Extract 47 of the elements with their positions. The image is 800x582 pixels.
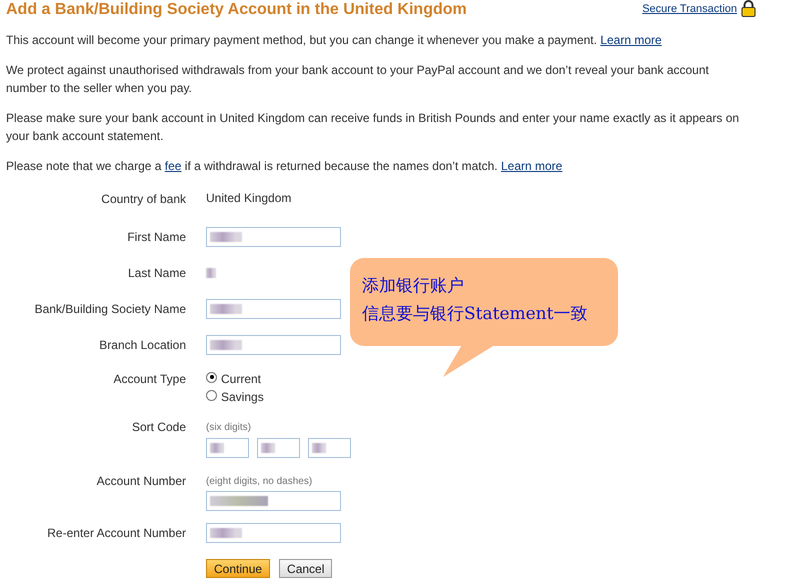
page-title: Add a Bank/Building Society Account in the United Kingdom	[6, 0, 467, 20]
continue-button[interactable]: Continue	[206, 559, 270, 578]
learn-more-link[interactable]: Learn more	[600, 33, 662, 47]
input-field[interactable]	[206, 491, 341, 511]
blurred-value	[206, 268, 216, 278]
info-paragraph: Please note that we charge a fee if a withdrawal is returned because the names don’t match. Learn more	[6, 158, 564, 175]
info-paragraph: Please make sure your bank account in United Kingdom can receive funds in British Pounds and enter your name exactly as it appears on your bank account statement.	[6, 110, 740, 145]
input-field[interactable]	[308, 438, 351, 458]
input-field[interactable]	[206, 335, 341, 355]
blurred-value	[261, 443, 275, 453]
cancel-button[interactable]: Cancel	[279, 559, 332, 578]
input-field[interactable]	[206, 523, 341, 543]
blurred-value	[210, 304, 242, 314]
field-label: Bank/Building Society Name	[34, 301, 186, 318]
field-label: Sort Code	[130, 419, 186, 435]
info-paragraph: This account will become your primary payment method, but you can change it whenever you make a payment. Learn more	[6, 32, 663, 49]
field-label: Country of bank	[100, 191, 186, 207]
hint-text: (eight digits, no dashes)	[206, 476, 314, 488]
info-paragraph: We protect against unauthorised withdrawals from your bank account to your PayPal account and we don’t reveal your bank account number to the seller when you pay.	[6, 62, 710, 97]
blurred-value	[210, 340, 242, 350]
blurred-value	[210, 443, 224, 453]
blurred-value	[210, 528, 242, 538]
field-label: Last Name	[126, 265, 186, 282]
field-label: Re-enter Account Number	[46, 525, 186, 542]
blurred-value	[210, 496, 268, 506]
radio-button[interactable]	[206, 372, 217, 382]
learn-more-link[interactable]: Learn more	[500, 159, 562, 173]
radio-button[interactable]	[206, 390, 217, 400]
radio-label[interactable]: Savings	[221, 390, 264, 404]
field-value: United Kingdom	[206, 191, 292, 205]
field-label: Branch Location	[98, 337, 186, 354]
input-field[interactable]	[206, 227, 341, 247]
callout-text: 信息要与银行Statement一致	[362, 304, 588, 324]
blurred-value	[210, 232, 242, 242]
field-label: Account Number	[96, 473, 186, 489]
input-field[interactable]	[257, 438, 300, 458]
fee-link[interactable]: fee	[164, 159, 182, 173]
input-field[interactable]	[206, 438, 249, 458]
hint-text: (six digits)	[206, 422, 252, 434]
radio-label[interactable]: Current	[221, 372, 262, 386]
input-field[interactable]	[206, 299, 341, 319]
field-label: Account Type	[112, 371, 186, 387]
padlock-icon	[741, 0, 756, 17]
blurred-value	[312, 443, 326, 453]
secure-transaction-link[interactable]: Secure Transaction	[642, 2, 737, 14]
callout-text: 添加银行账户	[362, 276, 465, 296]
field-label: First Name	[126, 229, 186, 246]
